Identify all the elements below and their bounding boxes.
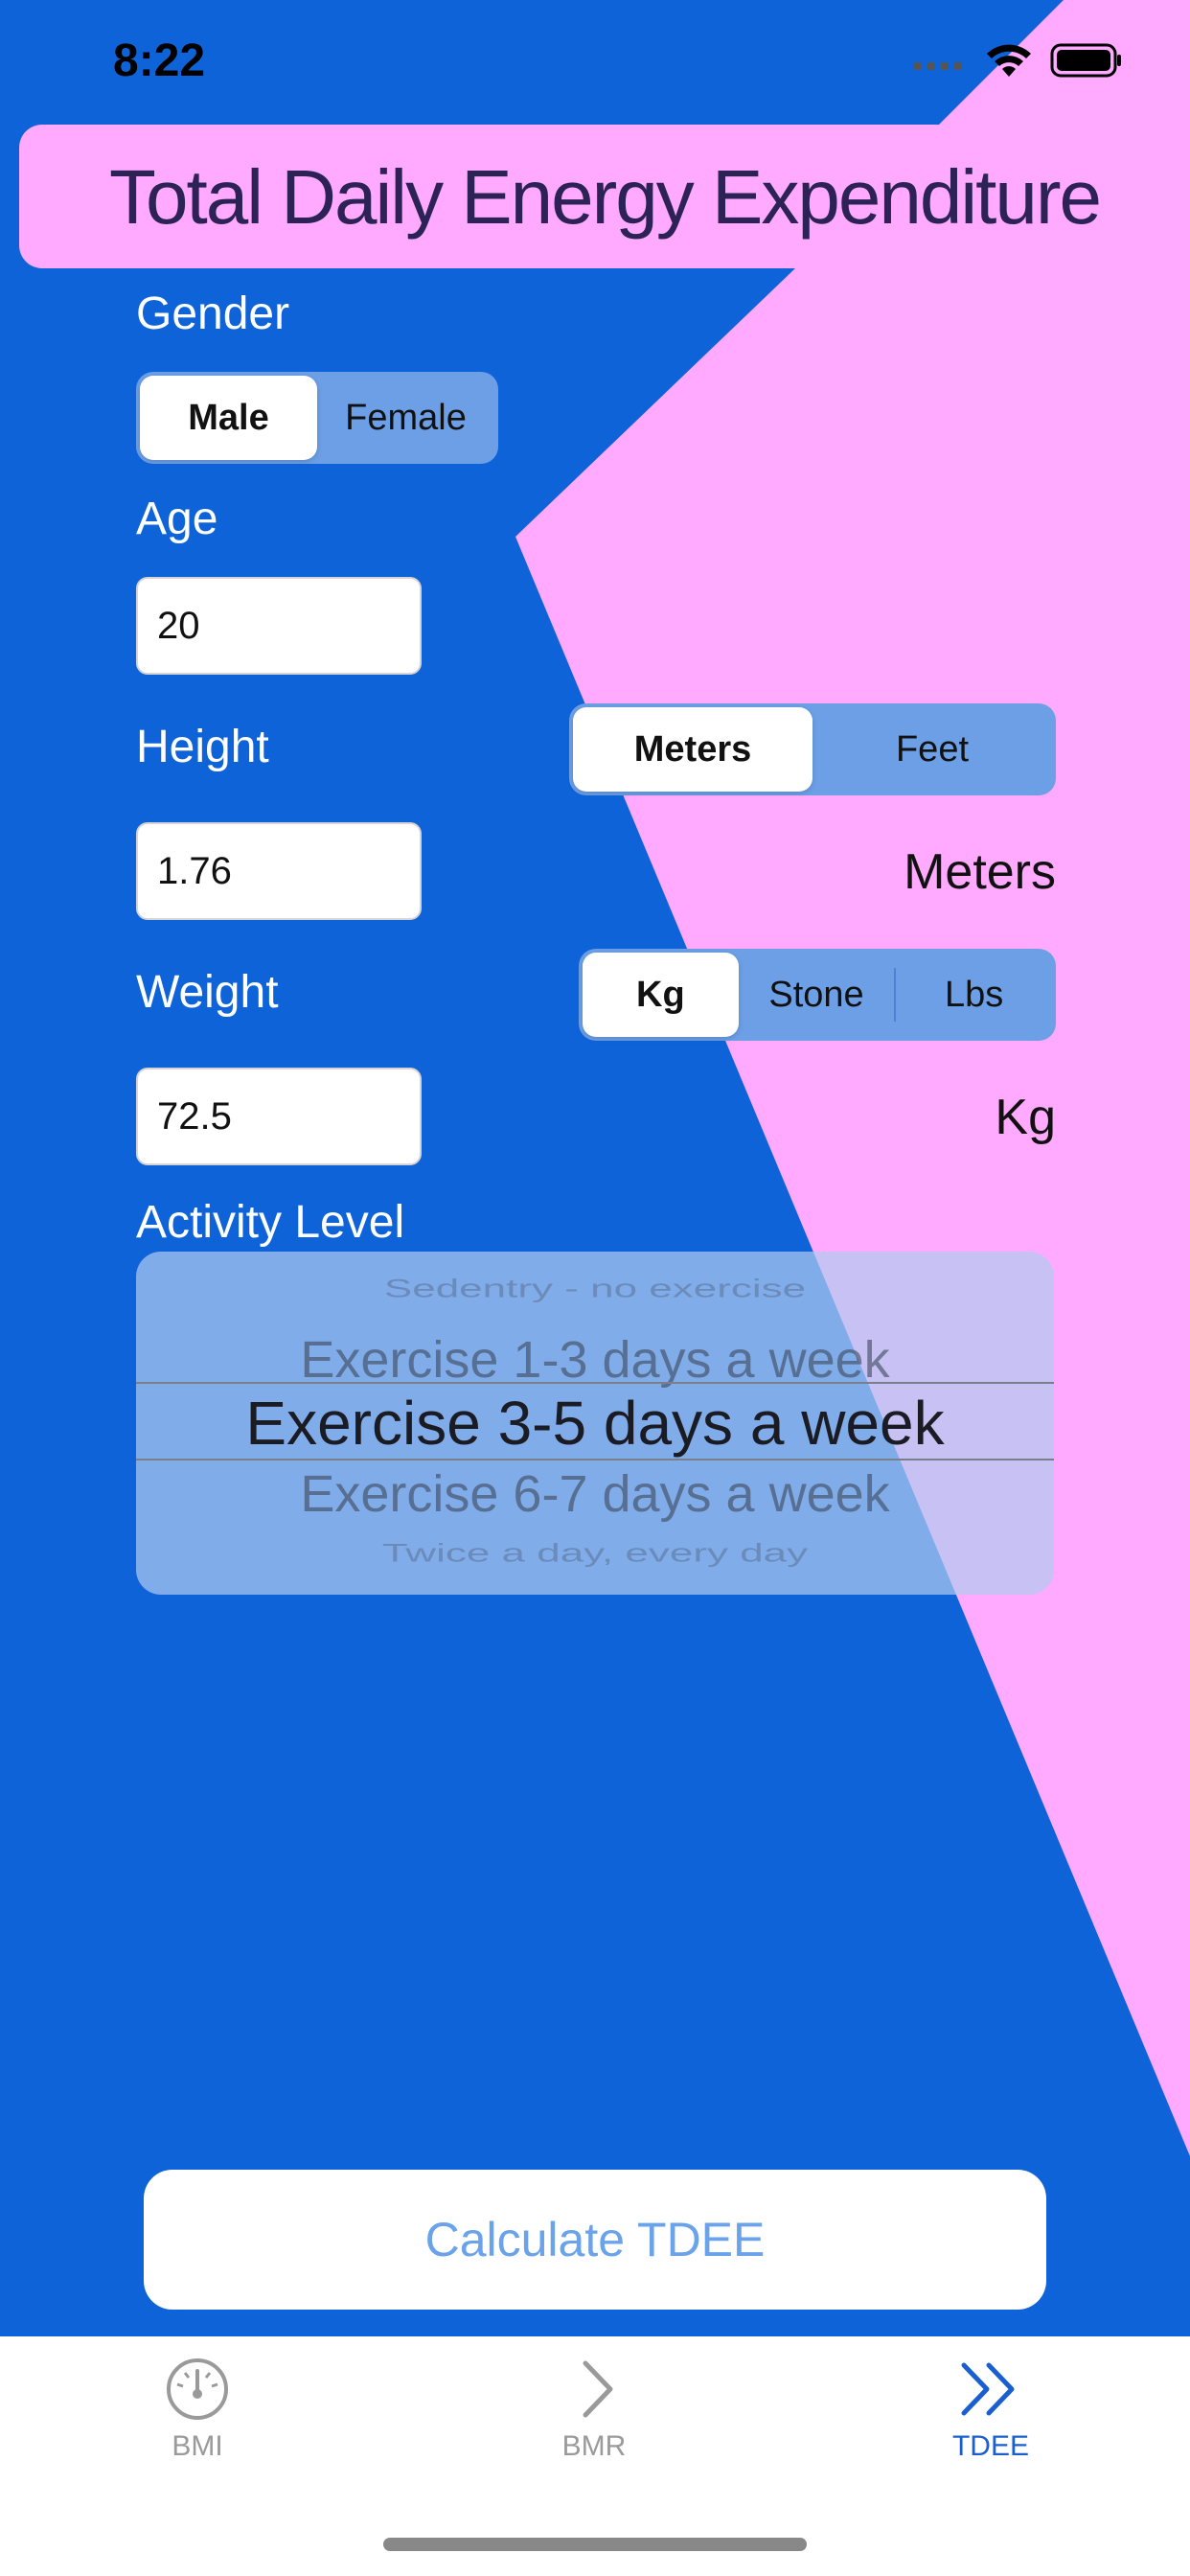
tab-tdee[interactable]: TDEE: [895, 2356, 1087, 2463]
height-unit-segmented-control: Meters Feet: [569, 703, 1056, 795]
activity-picker[interactable]: Sedentry - no exercise Exercise 1-3 days…: [136, 1252, 1054, 1595]
gauge-icon: [167, 2358, 228, 2420]
age-label: Age: [136, 494, 218, 544]
activity-label: Activity Level: [136, 1197, 405, 1248]
tab-bmr[interactable]: BMR: [498, 2356, 690, 2463]
picker-option[interactable]: Exercise 1-3 days a week: [136, 1330, 1054, 1390]
calculate-tdee-button[interactable]: Calculate TDEE: [144, 2170, 1046, 2310]
height-label: Height: [136, 722, 269, 772]
weight-unit-stone[interactable]: Stone: [739, 953, 895, 1037]
title-banner: Total Daily Energy Expenditure: [19, 125, 1190, 268]
gender-option-male[interactable]: Male: [140, 376, 317, 460]
gender-option-female[interactable]: Female: [317, 376, 494, 460]
weight-unit-kg[interactable]: Kg: [583, 953, 739, 1037]
picker-option[interactable]: Exercise 6-7 days a week: [136, 1464, 1054, 1524]
weight-label: Weight: [136, 967, 279, 1018]
height-unit-feet[interactable]: Feet: [812, 707, 1052, 792]
status-time: 8:22: [113, 35, 206, 86]
weight-unit-segmented-control: Kg Stone Lbs: [579, 949, 1056, 1041]
tab-label: BMR: [561, 2430, 627, 2462]
weight-field[interactable]: 72.5: [136, 1068, 422, 1165]
picker-option[interactable]: Twice a day, every day: [136, 1539, 1054, 1568]
height-unit-label: Meters: [904, 844, 1056, 900]
wifi-icon: [987, 44, 1031, 77]
tab-label: TDEE: [951, 2430, 1029, 2462]
page-title: Total Daily Energy Expenditure: [109, 154, 1102, 240]
home-indicator: [383, 2538, 807, 2551]
weight-unit-label: Kg: [995, 1090, 1056, 1145]
battery-icon: [1050, 43, 1121, 78]
chevron-right-icon: [583, 2360, 613, 2418]
tab-bmi[interactable]: BMI: [102, 2356, 293, 2463]
status-icons: [914, 42, 1123, 79]
picker-selection-top-line: [136, 1382, 1054, 1384]
double-chevron-right-icon: [961, 2362, 1015, 2416]
gender-label: Gender: [136, 288, 290, 339]
signal-icon: [914, 62, 962, 70]
weight-unit-lbs[interactable]: Lbs: [896, 953, 1052, 1037]
status-bar: 8:22: [0, 0, 1190, 125]
tab-label: BMI: [172, 2430, 223, 2462]
age-field[interactable]: 20: [136, 577, 422, 675]
height-unit-meters[interactable]: Meters: [573, 707, 812, 792]
picker-option[interactable]: Sedentry - no exercise: [136, 1275, 1054, 1303]
gender-segmented-control: Male Female: [136, 372, 498, 464]
picker-option-selected[interactable]: Exercise 3-5 days a week: [136, 1388, 1054, 1459]
height-field[interactable]: 1.76: [136, 822, 422, 920]
picker-selection-bottom-line: [136, 1459, 1054, 1460]
background-graphic: [0, 0, 1190, 2336]
